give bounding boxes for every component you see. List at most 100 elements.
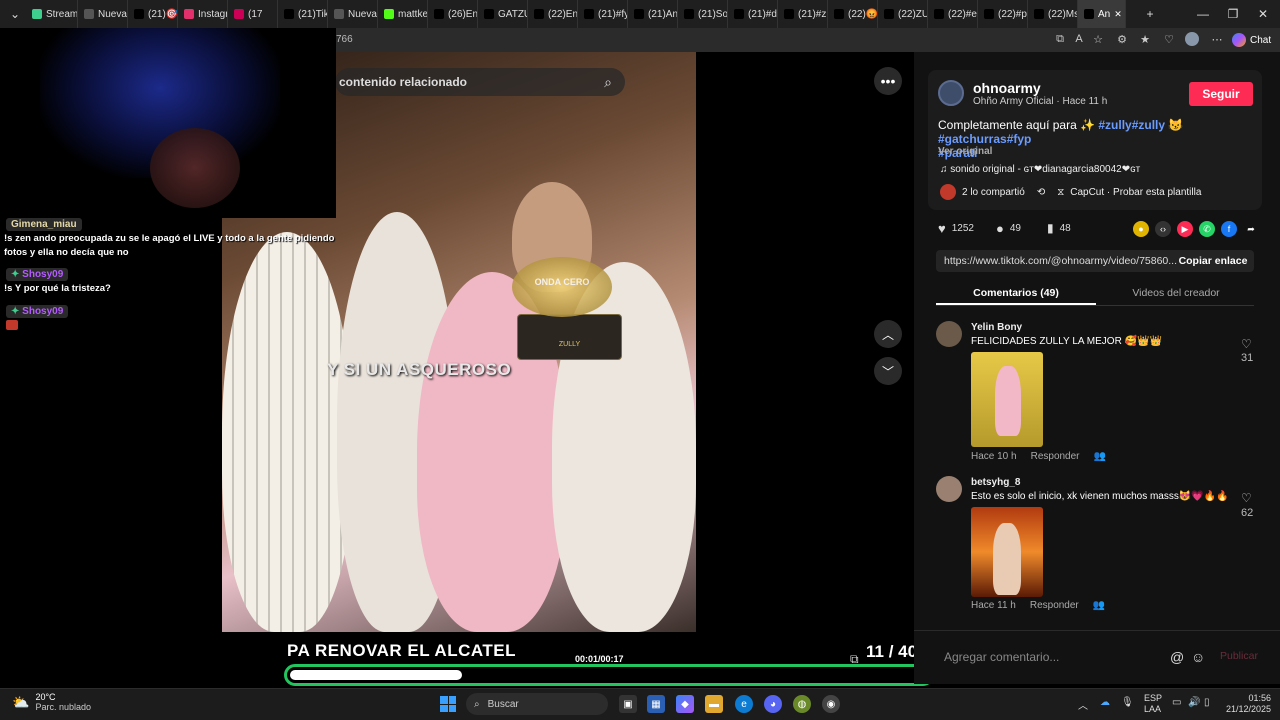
comment-like-icon[interactable]: ♡ <box>1241 337 1252 351</box>
copilot-taskbar-icon[interactable]: ◆ <box>676 695 694 713</box>
tab-comments[interactable]: Comentarios (49) <box>936 282 1096 304</box>
publish-button[interactable]: Publicar <box>1220 650 1258 662</box>
tab-favicon-icon <box>834 9 844 19</box>
obs-icon[interactable]: ◉ <box>822 695 840 713</box>
browser-tab[interactable]: (22)#p <box>978 0 1028 28</box>
browser-tab[interactable]: (26)Enc <box>428 0 478 28</box>
copy-link-button[interactable]: Copiar enlace <box>1172 250 1254 272</box>
new-tab-button[interactable]: + <box>1135 0 1165 28</box>
comment-image[interactable] <box>971 507 1043 597</box>
hashtag-link[interactable]: #zully#zully <box>1098 118 1165 132</box>
comment-stat[interactable]: ● 49 <box>996 221 1021 236</box>
volume-icon[interactable]: 🔊 <box>1188 697 1200 708</box>
weather-widget[interactable]: ⛅ 20°C Parc. nublado <box>12 692 91 712</box>
search-icon[interactable]: ⌕ <box>598 72 618 92</box>
reply-button[interactable]: Responder <box>1030 600 1079 611</box>
tab-actions-icon[interactable]: ⌄ <box>0 0 30 28</box>
browser-tab[interactable]: (22)ZUL <box>878 0 928 28</box>
related-search-box[interactable]: contenido relacionado <box>335 68 625 96</box>
browser-tab[interactable]: (17 <box>228 0 278 28</box>
taskbar-search[interactable]: ⌕ Buscar <box>466 693 608 715</box>
facebook-icon[interactable]: f <box>1221 221 1237 237</box>
comment-like-icon[interactable]: ♡ <box>1241 491 1252 505</box>
sound-row[interactable]: ♫ sonido original - ɢᴛ❤dianagarcia80042❤… <box>940 164 1140 175</box>
extensions-icon[interactable]: ⚙ <box>1115 32 1129 46</box>
language-indicator[interactable]: ESP LAA <box>1144 693 1162 715</box>
send-icon[interactable]: ▶ <box>1177 221 1193 237</box>
tab-creator-videos[interactable]: Videos del creador <box>1096 282 1256 304</box>
discord-icon[interactable]: ◕ <box>764 695 782 713</box>
clock[interactable]: 01:56 21/12/2025 <box>1226 693 1271 715</box>
more-menu-icon[interactable]: ⋯ <box>1210 32 1224 46</box>
browser-tab[interactable]: (21)#fy <box>578 0 628 28</box>
browser-tab[interactable]: (21)Sol <box>678 0 728 28</box>
browser-tab[interactable]: (22)Enc <box>528 0 578 28</box>
follow-button[interactable]: Seguir <box>1189 82 1253 106</box>
reply-button[interactable]: Responder <box>1031 451 1080 462</box>
comment-image[interactable] <box>971 352 1043 447</box>
creator-avatar[interactable] <box>938 80 964 106</box>
see-original-link[interactable]: Ver original <box>938 146 992 157</box>
onedrive-icon[interactable]: ☁ <box>1100 697 1110 708</box>
store-icon[interactable]: ▦ <box>647 695 665 713</box>
comment-avatar[interactable] <box>936 476 962 502</box>
task-view-icon[interactable]: ▣ <box>619 695 637 713</box>
microphone-icon[interactable]: 🎙 <box>1121 697 1134 708</box>
share-arrow-icon[interactable]: ➦ <box>1243 221 1259 237</box>
coin-icon[interactable]: ● <box>1133 221 1149 237</box>
minimize-button[interactable]: — <box>1188 0 1218 28</box>
previous-video-button[interactable]: ︿ <box>874 320 902 348</box>
browser-tab[interactable]: (21)Ani <box>628 0 678 28</box>
browser-tab[interactable]: mattkee <box>378 0 428 28</box>
repost-icon: ⟲ <box>1036 186 1046 198</box>
next-video-button[interactable]: ﹀ <box>874 357 902 385</box>
browser-tab[interactable]: (22)Ms <box>1028 0 1078 28</box>
url-text[interactable]: 766 <box>336 34 353 45</box>
whatsapp-icon[interactable]: ✆ <box>1199 221 1215 237</box>
capcut-link[interactable]: CapCut · Probar esta plantilla <box>1070 187 1201 198</box>
emoji-icon[interactable]: ☺ <box>1191 649 1205 665</box>
tab-label: (21)Sol <box>698 8 728 20</box>
shared-text[interactable]: 2 lo compartió <box>962 187 1025 198</box>
browser-tab[interactable]: (22)#en <box>928 0 978 28</box>
browser-tab[interactable]: An ✕ <box>1078 0 1126 28</box>
browser-tab[interactable]: (21)🎯 <box>128 0 178 28</box>
close-tab-icon[interactable]: ✕ <box>1114 9 1122 20</box>
save-stat[interactable]: ▮ 48 <box>1047 221 1071 235</box>
browser-essentials-icon[interactable]: ♡ <box>1162 32 1176 46</box>
more-options-button[interactable]: ••• <box>874 67 902 95</box>
maximize-button[interactable]: ❐ <box>1218 0 1248 28</box>
comment-author[interactable]: betsyhg_8 <box>971 477 1020 488</box>
like-stat[interactable]: ♥ 1252 <box>938 221 974 236</box>
mention-icon[interactable]: @ <box>1170 649 1184 665</box>
profile-avatar-icon[interactable] <box>1185 32 1199 46</box>
browser-tab[interactable]: (21)Tik <box>278 0 328 28</box>
favorite-star-icon[interactable]: ☆ <box>1091 32 1105 46</box>
tray-chevron-icon[interactable]: ︿ <box>1078 697 1088 712</box>
start-button[interactable] <box>440 696 456 712</box>
embed-icon[interactable]: ‹› <box>1155 221 1171 237</box>
browser-tab[interactable]: (21)#z <box>778 0 828 28</box>
close-window-button[interactable]: ✕ <box>1248 0 1278 28</box>
browser-tab[interactable]: GATZU <box>478 0 528 28</box>
network-icon[interactable]: ▭ <box>1172 697 1181 708</box>
file-explorer-icon[interactable]: ▬ <box>705 695 723 713</box>
hashtag-link[interactable]: #gatchurras#fyp <box>938 132 1031 146</box>
comment-input[interactable]: Agregar comentario... <box>936 645 1168 669</box>
battery-icon[interactable]: ▯ <box>1204 697 1210 708</box>
comment-avatar[interactable] <box>936 321 962 347</box>
open-in-app-icon[interactable]: ⧉ <box>1053 32 1067 46</box>
browser-tab[interactable]: Stream <box>26 0 78 28</box>
browser-tab[interactable]: (22)😡 <box>828 0 878 28</box>
browser-tab[interactable]: Instagr <box>178 0 228 28</box>
favorites-icon[interactable]: ★ <box>1138 32 1152 46</box>
app-icon[interactable]: ◍ <box>793 695 811 713</box>
copilot-chat-button[interactable]: Chat <box>1232 31 1274 49</box>
browser-tab[interactable]: Nueva <box>78 0 128 28</box>
comment-author[interactable]: Yelin Bony <box>971 322 1022 333</box>
translate-icon[interactable]: A <box>1072 32 1086 46</box>
creator-username[interactable]: ohnoarmy <box>973 80 1041 96</box>
browser-tab[interactable]: (21)#di <box>728 0 778 28</box>
browser-tab[interactable]: Nueva <box>328 0 378 28</box>
edge-icon[interactable]: e <box>735 695 753 713</box>
